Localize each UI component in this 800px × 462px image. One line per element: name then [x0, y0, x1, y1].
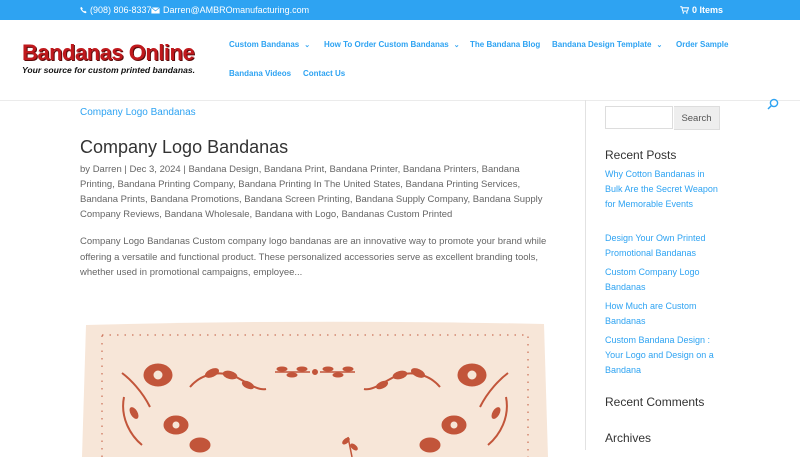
logo-tagline: Your source for custom printed bandanas. [22, 65, 196, 75]
post-title[interactable]: Company Logo Bandanas [80, 137, 288, 158]
chevron-down-icon: ⌄ [304, 41, 311, 49]
phone-contact[interactable]: (908) 806-8337 [80, 5, 152, 15]
nav-item-label: The Bandana Blog [470, 40, 541, 49]
sidebar-search-button[interactable]: Search [674, 106, 720, 130]
chevron-down-icon: ⌄ [656, 41, 663, 49]
recent-post-link[interactable]: Design Your Own Printed Promotional Band… [605, 231, 723, 261]
nav-item-how-to-order[interactable]: How To Order Custom Bandanas ⌄ [324, 40, 460, 49]
post-excerpt: Company Logo Bandanas Custom company log… [80, 236, 547, 278]
category-link[interactable]: Bandana Printers [403, 164, 476, 175]
nav-item-label: Order Sample [676, 40, 729, 49]
featured-image[interactable] [80, 317, 550, 462]
recent-post-link[interactable]: Custom Company Logo Bandanas [605, 265, 723, 295]
recent-post-link[interactable]: Why Cotton Bandanas in Bulk Are the Secr… [605, 167, 723, 212]
logo-title: Bandanas Online [22, 40, 195, 65]
sidebar-search-input[interactable] [605, 106, 673, 129]
recent-posts-title: Recent Posts [605, 148, 677, 162]
recent-post-link[interactable]: How Much are Custom Bandanas [605, 299, 723, 329]
post-date: Dec 3, 2024 [129, 164, 181, 175]
top-bar: (908) 806-8337 Darren@AMBROmanufacturing… [0, 0, 800, 20]
site-header: Bandanas Online Your source for custom p… [0, 20, 800, 100]
category-link[interactable]: Bandanas Custom Printed [341, 209, 452, 220]
category-link[interactable]: Bandana Printing Company [118, 179, 233, 190]
cart-count: 0 Items [692, 5, 724, 15]
post-author[interactable]: Darren [93, 164, 122, 175]
phone-icon [80, 6, 87, 14]
cart-link[interactable]: 0 Items [680, 5, 723, 15]
nav-item-label: Bandana Design Template [552, 40, 652, 49]
category-link[interactable]: Bandana Promotions [150, 194, 239, 205]
category-link[interactable]: Bandana Prints [80, 194, 145, 205]
bandana-illustration [82, 321, 548, 462]
category-link[interactable]: Bandana Screen Printing [244, 194, 350, 205]
nav-item-design-template[interactable]: Bandana Design Template ⌄ [552, 40, 662, 49]
cart-icon [680, 6, 689, 14]
category-link[interactable]: Bandana Design [188, 164, 258, 175]
nav-item-bandana-blog[interactable]: The Bandana Blog [470, 40, 540, 49]
category-link[interactable]: Bandana with Logo [255, 209, 336, 220]
nav-item-bandana-videos[interactable]: Bandana Videos [229, 69, 291, 78]
recent-post-link[interactable]: Custom Bandana Design : Your Logo and De… [605, 333, 723, 378]
envelope-icon [151, 6, 160, 14]
nav-item-contact-us[interactable]: Contact Us [303, 69, 345, 78]
email-address: Darren@AMBROmanufacturing.com [163, 5, 310, 15]
phone-number: (908) 806-8337 [90, 5, 152, 15]
breadcrumb[interactable]: Company Logo Bandanas [80, 107, 196, 118]
recent-comments-title: Recent Comments [605, 395, 705, 409]
category-link[interactable]: Bandana Printer [330, 164, 398, 175]
nav-item-label: Custom Bandanas [229, 40, 300, 49]
category-link[interactable]: Bandana Supply Company [355, 194, 467, 205]
chevron-down-icon: ⌄ [453, 41, 460, 49]
nav-item-label: Bandana Videos [229, 69, 292, 78]
category-link[interactable]: Bandana Printing Services [406, 179, 518, 190]
post-meta: by Darren | Dec 3, 2024 | Bandana Design… [80, 164, 543, 220]
nav-item-custom-bandanas[interactable]: Custom Bandanas ⌄ [229, 40, 310, 49]
archives-title: Archives [605, 431, 652, 445]
nav-item-label: Contact Us [303, 69, 346, 78]
meta-by: by [80, 164, 91, 175]
category-link[interactable]: Bandana Wholesale [164, 209, 249, 220]
email-contact[interactable]: Darren@AMBROmanufacturing.com [151, 5, 309, 15]
category-link[interactable]: Bandana Printing In The United States [238, 179, 400, 190]
nav-item-label: How To Order Custom Bandanas [324, 40, 449, 49]
search-icon[interactable] [767, 97, 779, 115]
nav-item-order-sample[interactable]: Order Sample [676, 40, 728, 49]
sidebar-divider [585, 100, 586, 450]
category-link[interactable]: Bandana Print [264, 164, 324, 175]
